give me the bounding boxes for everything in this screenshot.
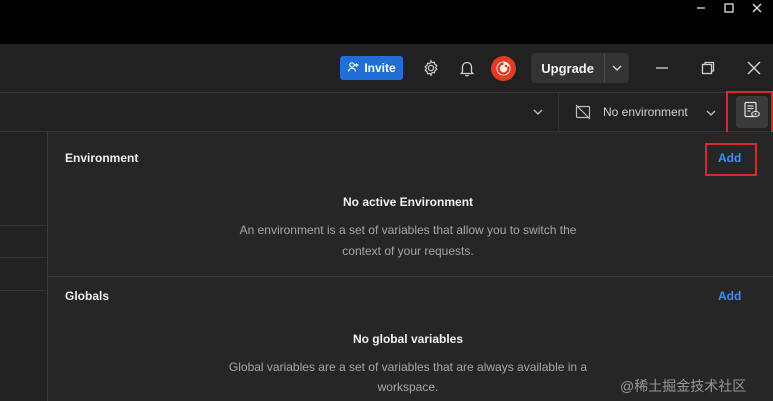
divider [558, 93, 559, 131]
close-icon[interactable] [740, 0, 773, 16]
add-global-button[interactable]: Add [718, 289, 741, 303]
chevron-down-icon[interactable] [528, 102, 548, 122]
no-environment-icon [572, 101, 594, 123]
divider [48, 276, 773, 277]
divider [0, 225, 46, 226]
environment-quick-look-button[interactable] [736, 96, 768, 128]
divider [727, 93, 728, 131]
minimize-icon[interactable] [650, 56, 674, 80]
invite-label: Invite [364, 61, 396, 75]
os-title-bar [0, 0, 773, 44]
upgrade-button[interactable]: Upgrade [531, 53, 629, 83]
workspace-toolbar: No environment [0, 93, 773, 132]
watermark: @稀土掘金技术社区 [620, 378, 747, 394]
environment-empty-desc-line2: context of your requests. [342, 244, 474, 258]
environment-quick-look-icon [743, 101, 761, 124]
divider [0, 257, 46, 258]
restore-icon[interactable] [696, 56, 720, 80]
invite-button[interactable]: Invite [340, 56, 403, 80]
add-environment-button[interactable]: Add [718, 151, 741, 165]
globals-section-title: Globals [65, 289, 110, 303]
upgrade-label[interactable]: Upgrade [531, 53, 604, 83]
app-header: Invite Upgrade [0, 44, 773, 93]
environment-section-title: Environment [65, 151, 139, 165]
add-person-icon [347, 61, 359, 76]
divider [0, 290, 46, 291]
chevron-down-icon [706, 103, 716, 121]
no-globals-title: No global variables [352, 332, 464, 346]
bell-icon[interactable] [455, 56, 479, 80]
close-icon[interactable] [742, 56, 766, 80]
environment-selector[interactable]: No environment [566, 97, 720, 127]
environment-empty-desc-line1: An environment is a set of variables tha… [239, 223, 577, 237]
chevron-down-icon[interactable] [604, 53, 629, 83]
globals-empty-desc-line1: Global variables are a set of variables … [228, 360, 588, 374]
gear-icon[interactable] [419, 56, 443, 80]
avatar[interactable] [491, 56, 516, 81]
environment-quick-look-panel: Environment Add No active Environment An… [47, 132, 773, 401]
no-environment-title: No active Environment [342, 195, 474, 209]
environment-selector-label: No environment [603, 105, 688, 119]
